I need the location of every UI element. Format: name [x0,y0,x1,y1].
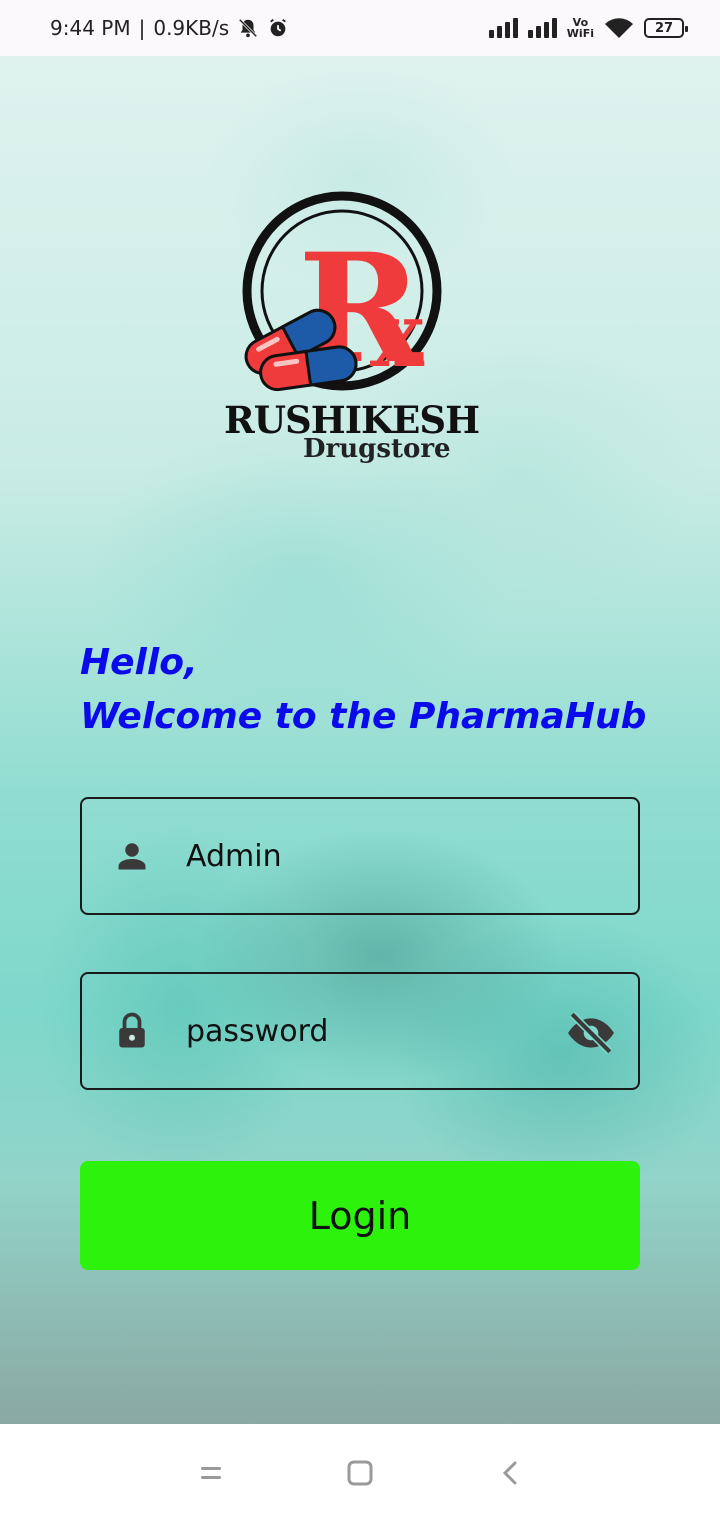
battery-level: 27 [654,20,674,36]
rx-logo-icon: R x [242,191,442,397]
signal-icon [527,18,557,38]
username-input[interactable] [186,838,546,874]
vowifi-icon: Vo WiFi [567,17,594,39]
back-chevron-icon[interactable] [496,1458,526,1488]
greeting: Hello, Welcome to the PharmaHub [80,636,646,744]
username-field[interactable] [80,797,640,915]
eye-off-icon[interactable] [566,1008,616,1058]
menu-icon[interactable] [196,1458,226,1488]
lock-icon [108,1007,156,1055]
password-field[interactable] [80,972,640,1090]
wifi-icon [605,18,633,38]
status-net-speed: 0.9KB/s [153,16,230,40]
brand-logo: R x RUSHIKESH Drugstore [220,191,480,476]
status-bar: 9:44 PM | 0.9KB/s Vo WiFi 27 [0,0,720,56]
home-square-icon[interactable] [345,1458,375,1488]
navigation-bar [0,1424,720,1520]
signal-icon [488,18,518,38]
vowifi-bottom: WiFi [566,27,594,40]
svg-text:x: x [370,282,425,388]
person-icon [108,832,156,880]
login-button[interactable]: Login [80,1161,640,1270]
greeting-welcome: Welcome to the PharmaHub [80,696,647,737]
status-right: Vo WiFi 27 [488,16,688,40]
mute-bell-icon [238,18,258,38]
greeting-hello: Hello, [80,642,198,683]
status-separator: | [138,16,146,40]
status-left: 9:44 PM | 0.9KB/s [50,16,289,40]
password-input[interactable] [186,1013,546,1049]
status-time: 9:44 PM [50,16,131,40]
login-screen: R x RUSHIKESH Drugstore Hello, Welcome t… [0,56,720,1424]
battery-icon: 27 [644,18,688,38]
alarm-icon [270,18,286,37]
brand-subtitle: Drugstore [303,434,451,464]
